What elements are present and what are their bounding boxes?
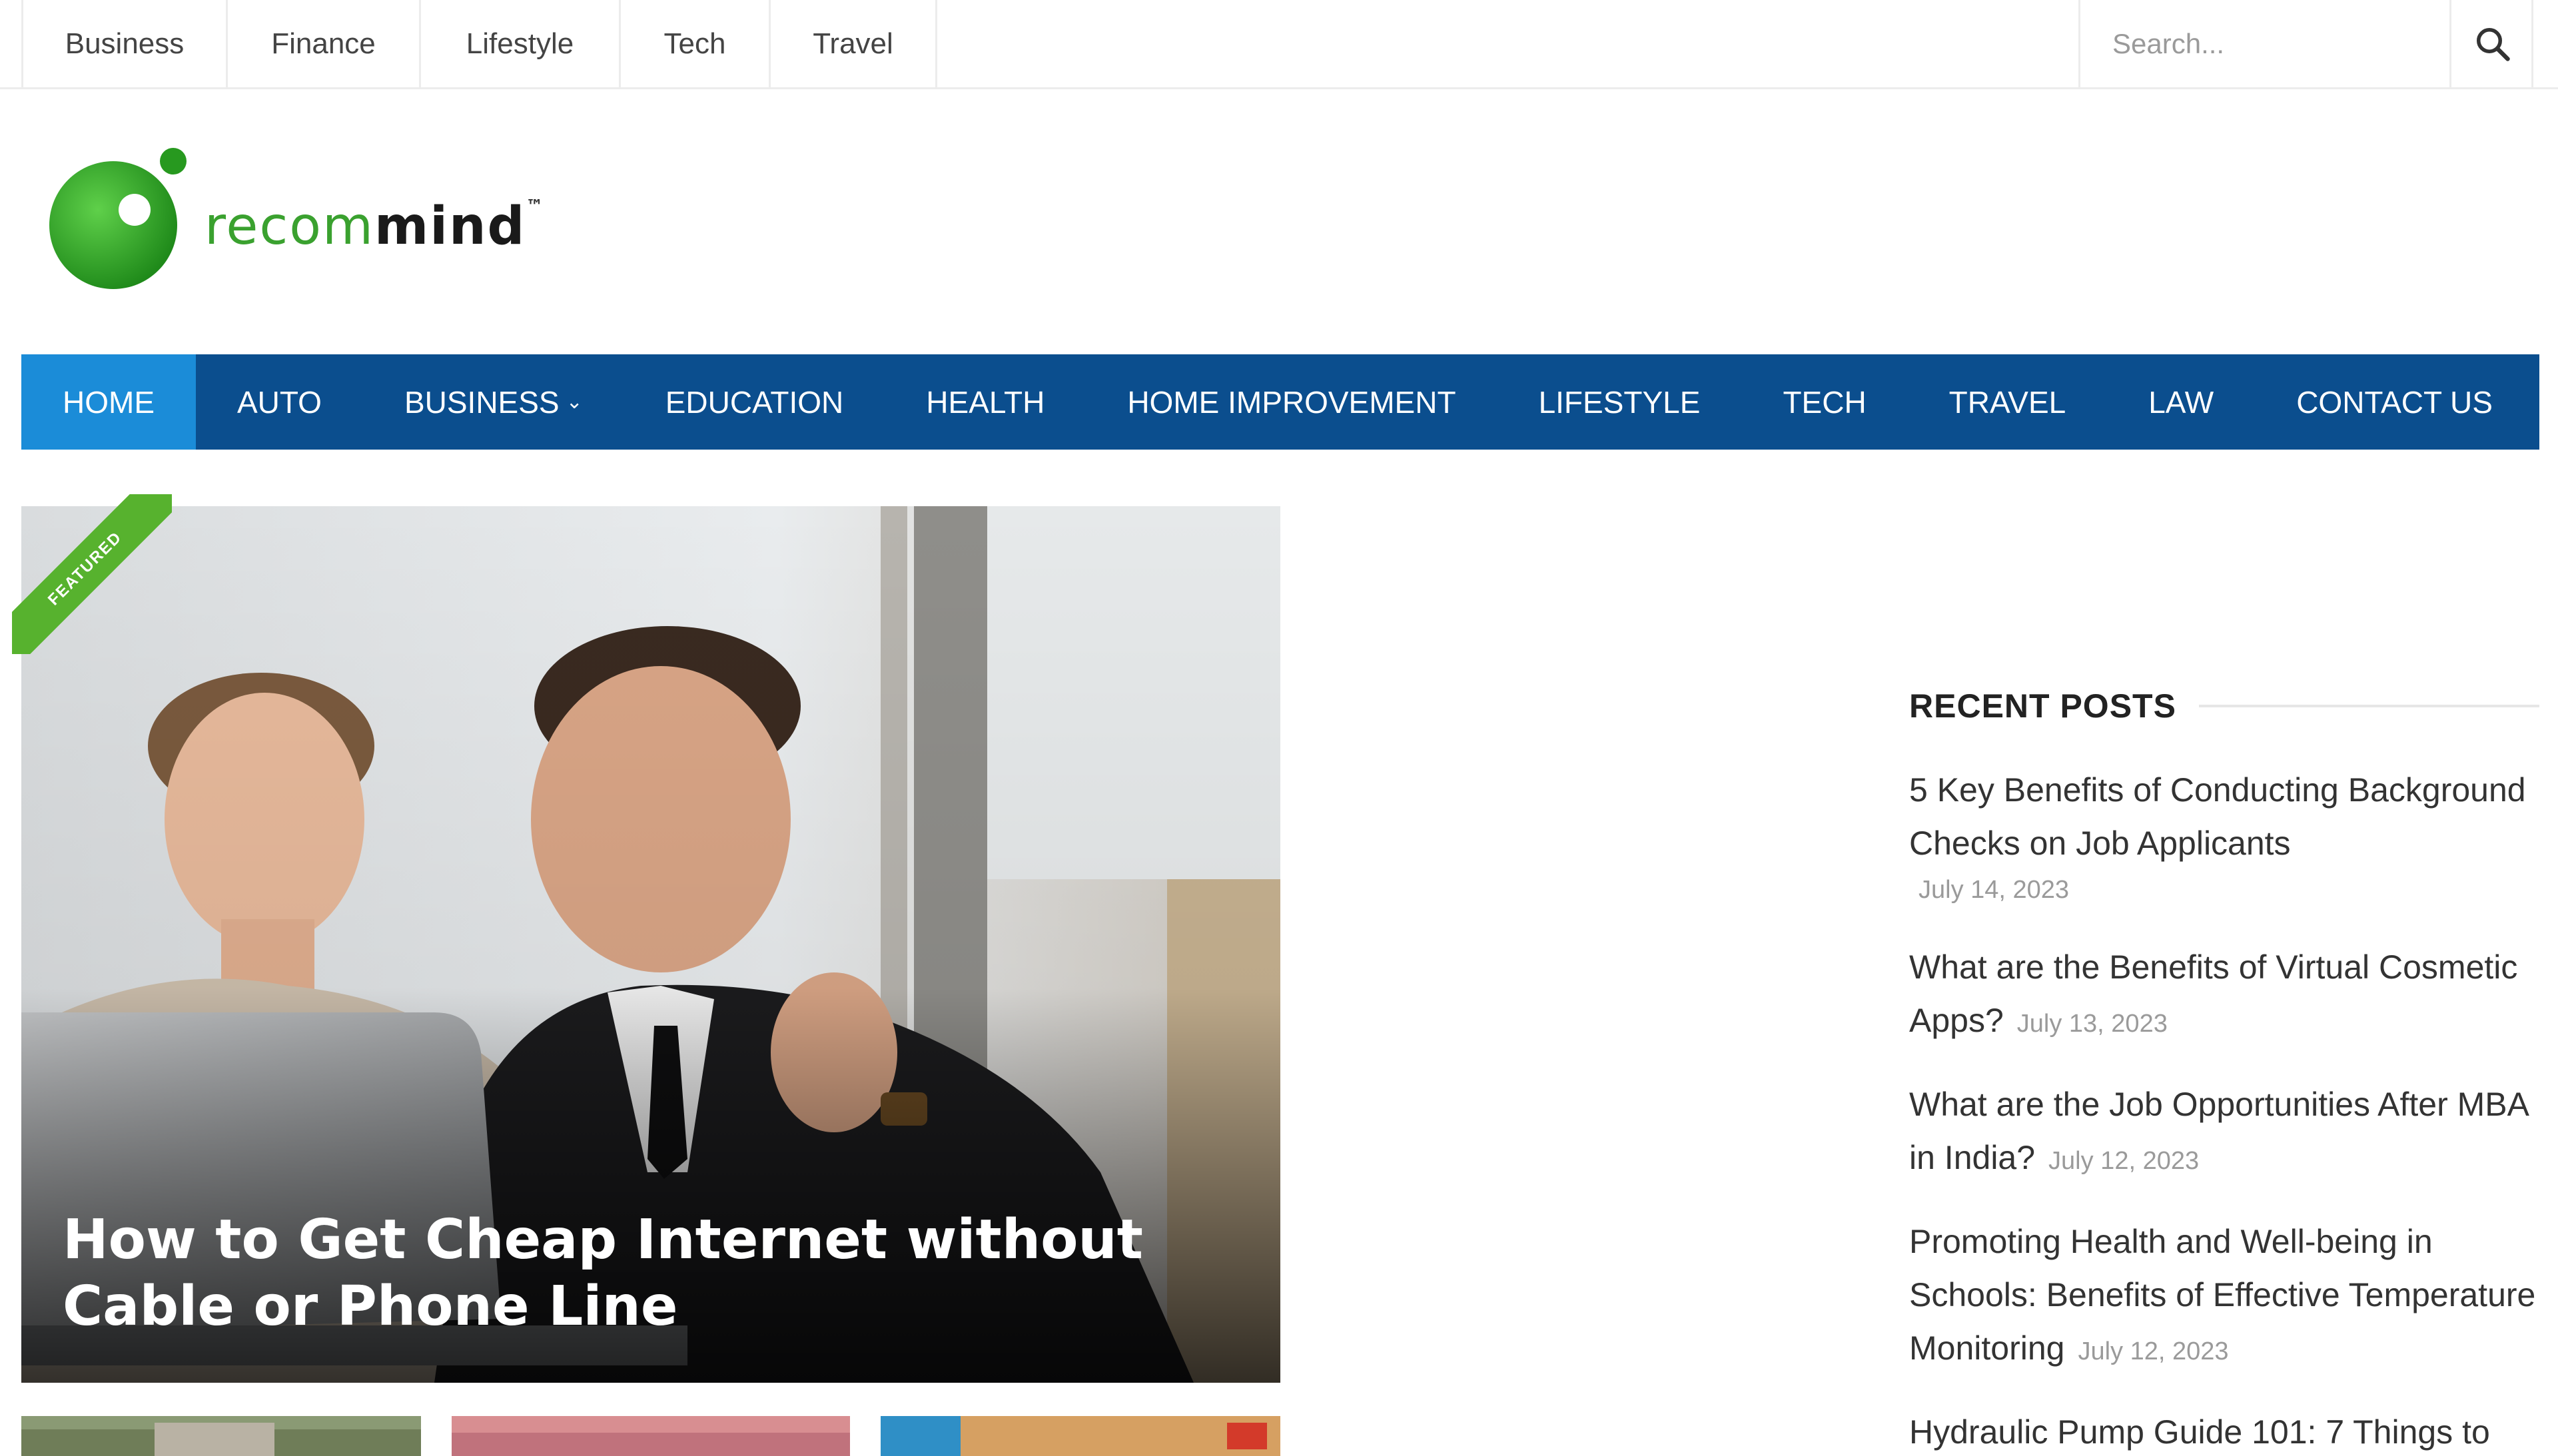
top-nav-tech[interactable]: Tech bbox=[621, 0, 771, 87]
featured-post[interactable]: How to Get Cheap Internet without Cable … bbox=[21, 506, 1280, 1383]
top-nav-business[interactable]: Business bbox=[21, 0, 228, 87]
nav-business-label: BUSINESS bbox=[404, 384, 560, 420]
nav-law[interactable]: LAW bbox=[2107, 354, 2255, 450]
search-icon bbox=[2476, 27, 2510, 61]
post-date: July 14, 2023 bbox=[1918, 876, 2070, 904]
search-button[interactable] bbox=[2453, 0, 2533, 87]
logo-text-part1: recom bbox=[205, 196, 374, 256]
post-date: July 12, 2023 bbox=[2078, 1337, 2229, 1365]
nav-contact-us[interactable]: CONTACT US bbox=[2255, 354, 2534, 450]
featured-badge-label: FEATURED bbox=[12, 494, 172, 654]
recent-post-link[interactable]: 5 Key Benefits of Conducting Background … bbox=[1909, 771, 2526, 862]
recent-posts-header: RECENT POSTS bbox=[1909, 679, 2539, 733]
divider bbox=[2198, 705, 2539, 707]
nav-tech[interactable]: TECH bbox=[1741, 354, 1907, 450]
post-thumbnail-2[interactable] bbox=[452, 1416, 850, 1456]
logo-text: recommind™ bbox=[205, 196, 544, 256]
post-thumbnail-1[interactable] bbox=[21, 1416, 421, 1456]
nav-home-improvement[interactable]: HOME IMPROVEMENT bbox=[1086, 354, 1497, 450]
nav-home[interactable]: HOME bbox=[21, 354, 196, 450]
site-logo[interactable]: recommind™ bbox=[48, 147, 543, 300]
recent-post: 5 Key Benefits of Conducting Background … bbox=[1909, 763, 2539, 910]
nav-education[interactable]: EDUCATION bbox=[624, 354, 885, 450]
post-thumbnail-3[interactable] bbox=[881, 1416, 1280, 1456]
logo-mark-icon bbox=[49, 148, 187, 289]
recent-post: What are the Job Opportunities After MBA… bbox=[1909, 1078, 2539, 1184]
thumbnail-image bbox=[881, 1416, 1280, 1456]
nav-business[interactable]: BUSINESS ⌄ bbox=[363, 354, 624, 450]
recent-post-link[interactable]: What are the Job Opportunities After MBA… bbox=[1909, 1086, 2527, 1176]
logo-text-part2: mind bbox=[374, 196, 526, 256]
top-nav-travel[interactable]: Travel bbox=[771, 0, 937, 87]
search-input[interactable] bbox=[2080, 0, 2449, 87]
recent-posts-title: RECENT POSTS bbox=[1909, 687, 2176, 725]
recent-post: What are the Benefits of Virtual Cosmeti… bbox=[1909, 940, 2539, 1047]
recent-post: Promoting Health and Well-being in Schoo… bbox=[1909, 1215, 2539, 1375]
thumbnail-image bbox=[21, 1416, 421, 1456]
recent-post-link[interactable]: What are the Benefits of Virtual Cosmeti… bbox=[1909, 948, 2517, 1039]
top-nav-lifestyle[interactable]: Lifestyle bbox=[421, 0, 621, 87]
thumbnail-image bbox=[452, 1416, 850, 1456]
recent-post-link[interactable]: Hydraulic Pump Guide 101: 7 Things to bbox=[1909, 1413, 2490, 1451]
top-nav: Business Finance Lifestyle Tech Travel bbox=[21, 0, 937, 87]
nav-lifestyle[interactable]: LIFESTYLE bbox=[1497, 354, 1742, 450]
top-bar: Business Finance Lifestyle Tech Travel bbox=[0, 0, 2558, 89]
top-nav-finance[interactable]: Finance bbox=[228, 0, 421, 87]
logo-trademark: ™ bbox=[526, 196, 545, 216]
post-date: July 13, 2023 bbox=[2016, 1010, 2168, 1038]
featured-title[interactable]: How to Get Cheap Internet without Cable … bbox=[63, 1207, 1248, 1340]
recent-post: Hydraulic Pump Guide 101: 7 Things to bbox=[1909, 1405, 2539, 1456]
nav-travel[interactable]: TRAVEL bbox=[1908, 354, 2108, 450]
sidebar: RECENT POSTS 5 Key Benefits of Conductin… bbox=[1909, 679, 2539, 1456]
main-nav: HOME AUTO BUSINESS ⌄ EDUCATION HEALTH HOM… bbox=[21, 354, 2539, 450]
nav-auto[interactable]: AUTO bbox=[196, 354, 363, 450]
search-box bbox=[2078, 0, 2451, 87]
post-date: July 12, 2023 bbox=[2048, 1147, 2200, 1175]
nav-health[interactable]: HEALTH bbox=[885, 354, 1086, 450]
chevron-down-icon: ⌄ bbox=[566, 391, 583, 413]
featured-badge: FEATURED bbox=[12, 494, 172, 654]
